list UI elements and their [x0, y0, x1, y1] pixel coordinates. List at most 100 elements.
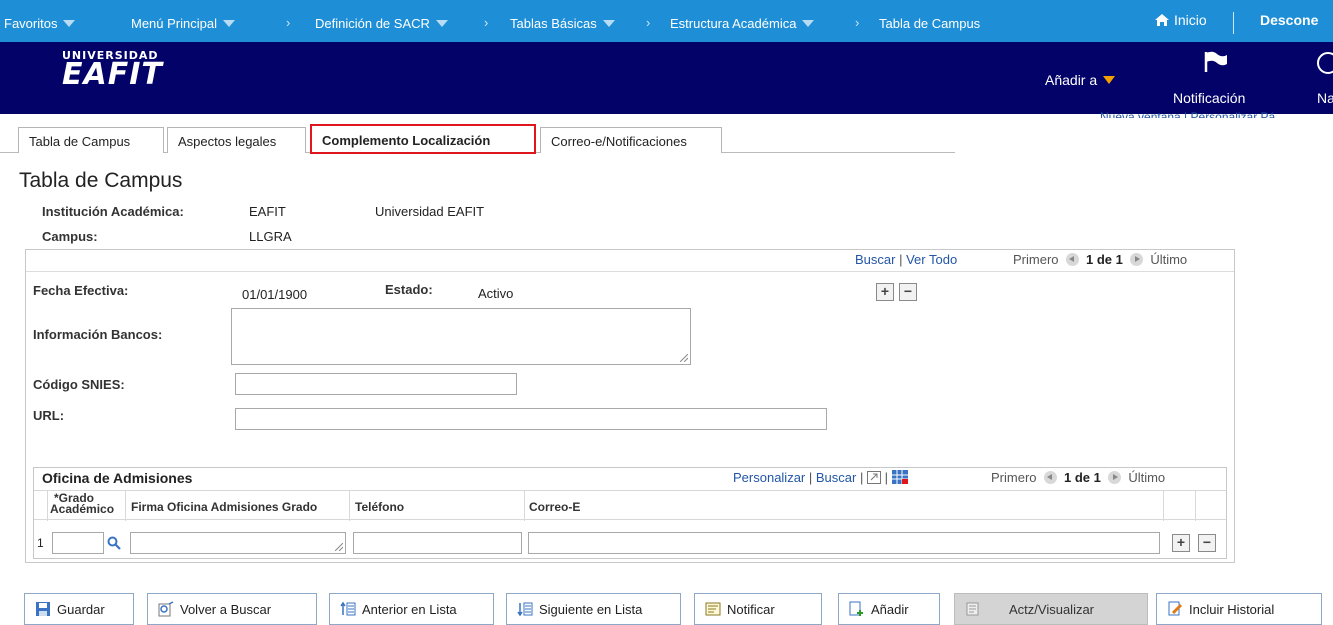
buscar-link[interactable]: Buscar [855, 252, 895, 267]
notify-icon [705, 602, 721, 616]
breadcrumb-label: Estructura Académica [670, 16, 797, 31]
next-in-list-icon [517, 602, 533, 617]
panel-header: Buscar | Ver Todo Primero 1 de 1 Último [26, 250, 1234, 272]
breadcrumb-tabla-de-campus[interactable]: Tabla de Campus [879, 16, 980, 31]
previous-in-list-icon [340, 601, 356, 616]
breadcrumb-label: Tabla de Campus [879, 16, 981, 31]
url-label: URL: [33, 408, 65, 423]
search-icon[interactable] [107, 536, 121, 550]
incluir-historial-button[interactable]: Incluir Historial [1156, 593, 1322, 625]
correo-input[interactable] [528, 532, 1160, 554]
codigo-snies-label: Código SNIES: [33, 377, 125, 392]
previous-icon[interactable] [1043, 471, 1057, 484]
primero-link[interactable]: Primero [1013, 252, 1059, 267]
personalizar-link[interactable]: Personalizar [733, 470, 805, 485]
anadir-button[interactable]: Añadir [838, 593, 940, 625]
resize-handle-icon [680, 354, 688, 362]
desconectar-link[interactable]: Descone [1260, 12, 1318, 28]
url-input[interactable] [235, 408, 827, 430]
ver-todo-link[interactable]: Ver Todo [906, 252, 957, 267]
flag-icon[interactable] [1203, 50, 1229, 74]
breadcrumb-separator-icon: › [646, 15, 651, 30]
breadcrumb-tablas-basicas[interactable]: Tablas Básicas [510, 16, 615, 31]
volver-a-buscar-button[interactable]: Volver a Buscar [147, 593, 317, 625]
tab-aspectos-legales[interactable]: Aspectos legales [167, 127, 306, 153]
firma-textarea[interactable] [130, 532, 346, 554]
actz-visualizar-button[interactable]: Actz/Visualizar [954, 593, 1148, 625]
fecha-efectiva-label: Fecha Efectiva: [33, 283, 129, 298]
add-to-label: Añadir a [1045, 72, 1098, 88]
spreadsheet-icon[interactable] [891, 470, 908, 484]
ultimo-link[interactable]: Último [1150, 252, 1187, 267]
grid-add-row-button[interactable]: + [1172, 534, 1190, 552]
add-to-menu[interactable]: Añadir a [1045, 72, 1116, 88]
button-label: Notificar [727, 601, 775, 617]
menu-principal-menu[interactable]: Menú Principal [131, 16, 235, 31]
tab-complemento-localizacion[interactable]: Complemento Localización [310, 124, 536, 154]
breadcrumb-definicion-sacr[interactable]: Definición de SACR [315, 16, 448, 31]
tab-tabla-de-campus[interactable]: Tabla de Campus [18, 127, 164, 153]
anterior-en-lista-button[interactable]: Anterior en Lista [329, 593, 494, 625]
telefono-input[interactable] [353, 532, 522, 554]
header-banner: UNIVERSIDAD EAFIT Añadir a Notificación … [0, 42, 1333, 114]
tab-bar: Tabla de Campus Aspectos legales Complem… [0, 124, 960, 154]
tab-label: Tabla de Campus [29, 134, 131, 149]
button-label: Incluir Historial [1189, 601, 1275, 617]
institution-code: EAFIT [249, 204, 286, 219]
grid-delete-row-button[interactable]: − [1198, 534, 1216, 552]
informacion-bancos-textarea[interactable] [231, 308, 691, 365]
telefono-header: Teléfono [350, 491, 525, 521]
divider [1233, 12, 1234, 34]
grid-header-row: *Grado Académico Firma Oficina Admisione… [34, 490, 1226, 521]
navbar-icon[interactable] [1317, 52, 1333, 74]
header-label: Académico [50, 502, 115, 516]
top-navigation-bar: Favoritos Menú Principal › Definición de… [0, 0, 1333, 42]
codigo-snies-input[interactable] [235, 373, 517, 395]
siguiente-en-lista-button[interactable]: Siguiente en Lista [506, 593, 681, 625]
breadcrumb-estructura-academica[interactable]: Estructura Académica [670, 16, 815, 31]
include-history-icon [1168, 601, 1183, 616]
tab-correo-notificaciones[interactable]: Correo-e/Notificaciones [540, 127, 722, 153]
separator: | [859, 470, 867, 485]
menu-principal-label: Menú Principal [131, 16, 217, 31]
notification-link[interactable]: Notificación [1173, 90, 1245, 106]
chevron-down-icon [63, 20, 76, 27]
notificar-button[interactable]: Notificar [694, 593, 822, 625]
eafit-logo: UNIVERSIDAD EAFIT [62, 49, 163, 90]
desconectar-label: Descone [1260, 12, 1319, 28]
next-icon[interactable] [1130, 253, 1144, 266]
next-icon[interactable] [1108, 471, 1122, 484]
navbar-label[interactable]: Na [1317, 90, 1333, 106]
tab-label: Complemento Localización [322, 133, 491, 148]
delete-row-button[interactable]: − [899, 283, 917, 301]
inicio-link[interactable]: Inicio [1154, 12, 1207, 28]
grado-academico-input[interactable] [52, 532, 104, 554]
separator: | [808, 470, 816, 485]
campus-code: LLGRA [249, 229, 292, 244]
add-row-button[interactable]: + [876, 283, 894, 301]
grid-buscar-link[interactable]: Buscar [816, 470, 856, 485]
breadcrumb-label: Tablas Básicas [510, 16, 597, 31]
save-icon [36, 602, 50, 616]
view-all-icon[interactable] [866, 471, 881, 484]
previous-icon[interactable] [1065, 253, 1079, 266]
chevron-down-icon [435, 20, 448, 27]
row-number: 1 [37, 536, 44, 550]
button-label: Guardar [57, 601, 105, 617]
breadcrumb-separator-icon: › [286, 15, 291, 30]
resize-handle-icon [335, 543, 343, 551]
grid-ultimo-link[interactable]: Último [1128, 470, 1165, 485]
grid-row-count: 1 de 1 [1063, 470, 1101, 485]
return-search-icon [158, 601, 174, 617]
guardar-button[interactable]: Guardar [24, 593, 134, 625]
new-window-link[interactable]: Nueva ventana | Personalizar Pá [1100, 110, 1275, 118]
update-display-icon [966, 602, 979, 616]
correo-header: Correo-E [525, 491, 1164, 521]
page-title: Tabla de Campus [19, 169, 183, 192]
estado-value: Activo [478, 286, 514, 301]
firma-header: Firma Oficina Admisiones Grado [126, 491, 350, 521]
favoritos-label: Favoritos [4, 16, 58, 31]
grid-primero-link[interactable]: Primero [991, 470, 1037, 485]
button-label: Siguiente en Lista [539, 601, 643, 617]
favoritos-menu[interactable]: Favoritos [4, 16, 76, 31]
